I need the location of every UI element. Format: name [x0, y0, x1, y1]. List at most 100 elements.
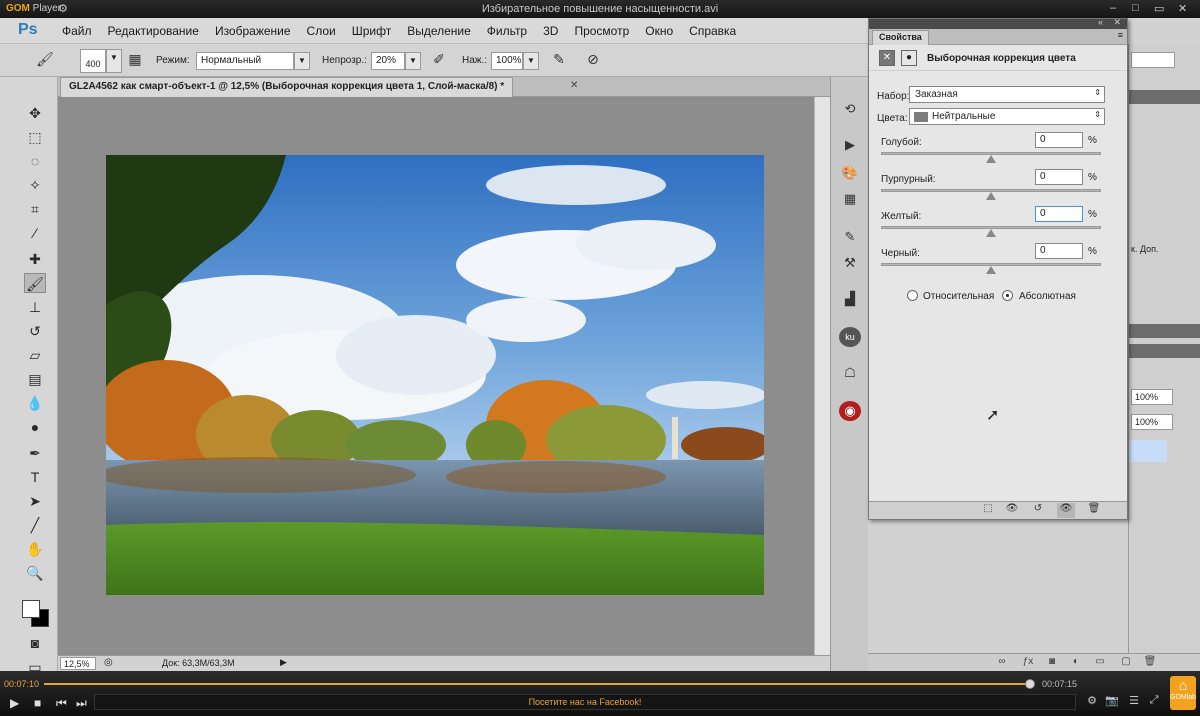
- yellow-field[interactable]: 0: [1035, 206, 1083, 222]
- absolute-radio[interactable]: [1002, 290, 1013, 301]
- maximize-icon[interactable]: □: [1132, 2, 1139, 14]
- swatches-icon[interactable]: ▦: [839, 189, 861, 209]
- eraser-tool-icon[interactable]: ▱: [24, 345, 46, 365]
- gomlab-logo[interactable]: ⌂ GOMlab: [1170, 676, 1196, 710]
- zoom-tool-icon[interactable]: 🔍: [24, 563, 46, 583]
- menu-layers[interactable]: Слои: [307, 24, 336, 38]
- opacity-pressure-icon[interactable]: ✐: [428, 51, 450, 71]
- delete-layer-icon[interactable]: 🗑: [1142, 656, 1158, 670]
- seek-bar[interactable]: [44, 679, 1036, 689]
- type-tool-icon[interactable]: T: [24, 467, 46, 487]
- notes-icon[interactable]: ☖: [839, 363, 861, 383]
- menu-help[interactable]: Справка: [689, 24, 736, 38]
- link-layers-icon[interactable]: ∞: [994, 656, 1010, 670]
- status-arrow-icon[interactable]: ▶: [280, 657, 287, 668]
- move-tool-icon[interactable]: ✥: [24, 103, 46, 123]
- properties-tab[interactable]: Свойства: [872, 30, 929, 45]
- clip-to-layer-icon[interactable]: ⬚: [979, 503, 997, 518]
- history-brush-tool-icon[interactable]: ↺: [24, 321, 46, 341]
- brush-size-dropdown-icon[interactable]: ▼: [106, 49, 122, 73]
- seek-handle[interactable]: [1025, 679, 1036, 689]
- kuler-icon[interactable]: ku: [839, 327, 861, 347]
- path-select-tool-icon[interactable]: ➤: [24, 491, 46, 511]
- mode-dropdown-icon[interactable]: ▼: [294, 52, 310, 70]
- fullscreen-icon[interactable]: ▭: [1154, 2, 1164, 15]
- close-tab-icon[interactable]: ✕: [570, 80, 578, 91]
- add-mask-icon[interactable]: ◙: [1044, 656, 1060, 670]
- stop-icon[interactable]: ■: [34, 696, 41, 710]
- opacity-dropdown-icon[interactable]: ▼: [405, 52, 421, 70]
- settings-icon[interactable]: ⚙: [1082, 694, 1102, 710]
- palette-icon[interactable]: 🎨: [839, 163, 861, 183]
- facebook-banner[interactable]: Посетите нас на Facebook!: [94, 694, 1076, 710]
- menu-image[interactable]: Изображение: [215, 24, 291, 38]
- previous-icon[interactable]: ⏮: [56, 696, 67, 711]
- playlist-icon[interactable]: ☰: [1124, 694, 1144, 710]
- trash-icon[interactable]: 🗑: [1085, 503, 1103, 518]
- relative-radio[interactable]: [907, 290, 918, 301]
- play-icon[interactable]: ▶: [10, 696, 19, 710]
- black-field[interactable]: 0: [1035, 243, 1083, 259]
- new-adjustment-icon[interactable]: ◐: [1068, 656, 1084, 670]
- brush-panel-icon[interactable]: ▦: [124, 51, 146, 71]
- collapse-icon[interactable]: «: [1098, 17, 1103, 27]
- new-layer-icon[interactable]: ▢: [1118, 656, 1134, 670]
- visibility-icon[interactable]: 👁: [1057, 503, 1075, 518]
- pen-tool-icon[interactable]: ✒: [24, 443, 46, 463]
- blur-tool-icon[interactable]: 💧: [24, 393, 46, 413]
- next-icon[interactable]: ⏭: [76, 696, 87, 711]
- tablet-pressure-icon[interactable]: ⊘: [582, 51, 604, 71]
- crop-tool-icon[interactable]: ⌗: [24, 199, 46, 219]
- vertical-scrollbar[interactable]: [814, 97, 830, 655]
- fx-icon[interactable]: ƒx: [1020, 656, 1036, 670]
- panel-menu-icon[interactable]: ≡: [1118, 30, 1123, 40]
- status-menu-icon[interactable]: ◎: [104, 657, 113, 668]
- capture-icon[interactable]: 📷: [1102, 694, 1122, 710]
- brushes-icon[interactable]: ✎: [839, 227, 861, 247]
- adjust-tools-icon[interactable]: ⚒: [839, 253, 861, 273]
- menu-view[interactable]: Просмотр: [574, 24, 629, 38]
- healing-brush-tool-icon[interactable]: ✚: [24, 249, 46, 269]
- cyan-field[interactable]: 0: [1035, 132, 1083, 148]
- yellow-slider-thumb[interactable]: [986, 229, 996, 237]
- view-previous-icon[interactable]: 👁: [1003, 503, 1021, 518]
- mask-icon[interactable]: ●: [901, 50, 917, 66]
- gradient-tool-icon[interactable]: ▤: [24, 369, 46, 389]
- menu-window[interactable]: Окно: [645, 24, 673, 38]
- pressure-field[interactable]: 100%: [491, 52, 523, 70]
- opacity-field[interactable]: 20%: [371, 52, 405, 70]
- adjustment-icon[interactable]: ✕: [879, 50, 895, 66]
- landscape-photo[interactable]: [106, 155, 764, 595]
- line-tool-icon[interactable]: ╱: [24, 515, 46, 535]
- history-icon[interactable]: ⟲: [839, 99, 861, 119]
- close-icon[interactable]: ✕: [1178, 2, 1187, 15]
- menu-select[interactable]: Выделение: [407, 24, 471, 38]
- new-group-icon[interactable]: ▭: [1092, 656, 1108, 670]
- layer-opacity-field[interactable]: 100%: [1131, 389, 1173, 405]
- menu-type[interactable]: Шрифт: [352, 24, 391, 38]
- brush-tool-icon[interactable]: 🖌: [24, 273, 46, 293]
- menu-edit[interactable]: Редактирование: [108, 24, 199, 38]
- menu-filter[interactable]: Фильтр: [487, 24, 527, 38]
- colors-select[interactable]: Нейтральные ⇕: [909, 108, 1105, 125]
- brush-preset-icon[interactable]: 🖌: [34, 51, 56, 71]
- document-tab[interactable]: GL2A4562 как смарт-объект-1 @ 12,5% (Выб…: [60, 77, 514, 97]
- magic-wand-tool-icon[interactable]: ✧: [24, 175, 46, 195]
- brush-size-picker[interactable]: 400: [80, 49, 106, 73]
- menu-file[interactable]: Файл: [62, 24, 92, 38]
- magenta-slider-thumb[interactable]: [986, 192, 996, 200]
- magenta-field[interactable]: 0: [1035, 169, 1083, 185]
- fullscreen-toggle-icon[interactable]: ⤢: [1144, 694, 1164, 710]
- menu-3d[interactable]: 3D: [543, 24, 558, 38]
- quick-mask-icon[interactable]: ◙: [24, 633, 46, 653]
- black-slider-thumb[interactable]: [986, 266, 996, 274]
- marquee-tool-icon[interactable]: ⬚: [24, 127, 46, 147]
- cyan-slider-thumb[interactable]: [986, 155, 996, 163]
- lasso-tool-icon[interactable]: ◌: [24, 151, 46, 171]
- clone-source-icon[interactable]: ▟: [839, 289, 861, 309]
- zoom-field[interactable]: 12,5%: [60, 657, 96, 670]
- layer-fill-field[interactable]: 100%: [1131, 414, 1173, 430]
- workspace-field[interactable]: [1131, 52, 1175, 68]
- mode-select[interactable]: Нормальный: [196, 52, 294, 70]
- airbrush-icon[interactable]: ✎: [548, 51, 570, 71]
